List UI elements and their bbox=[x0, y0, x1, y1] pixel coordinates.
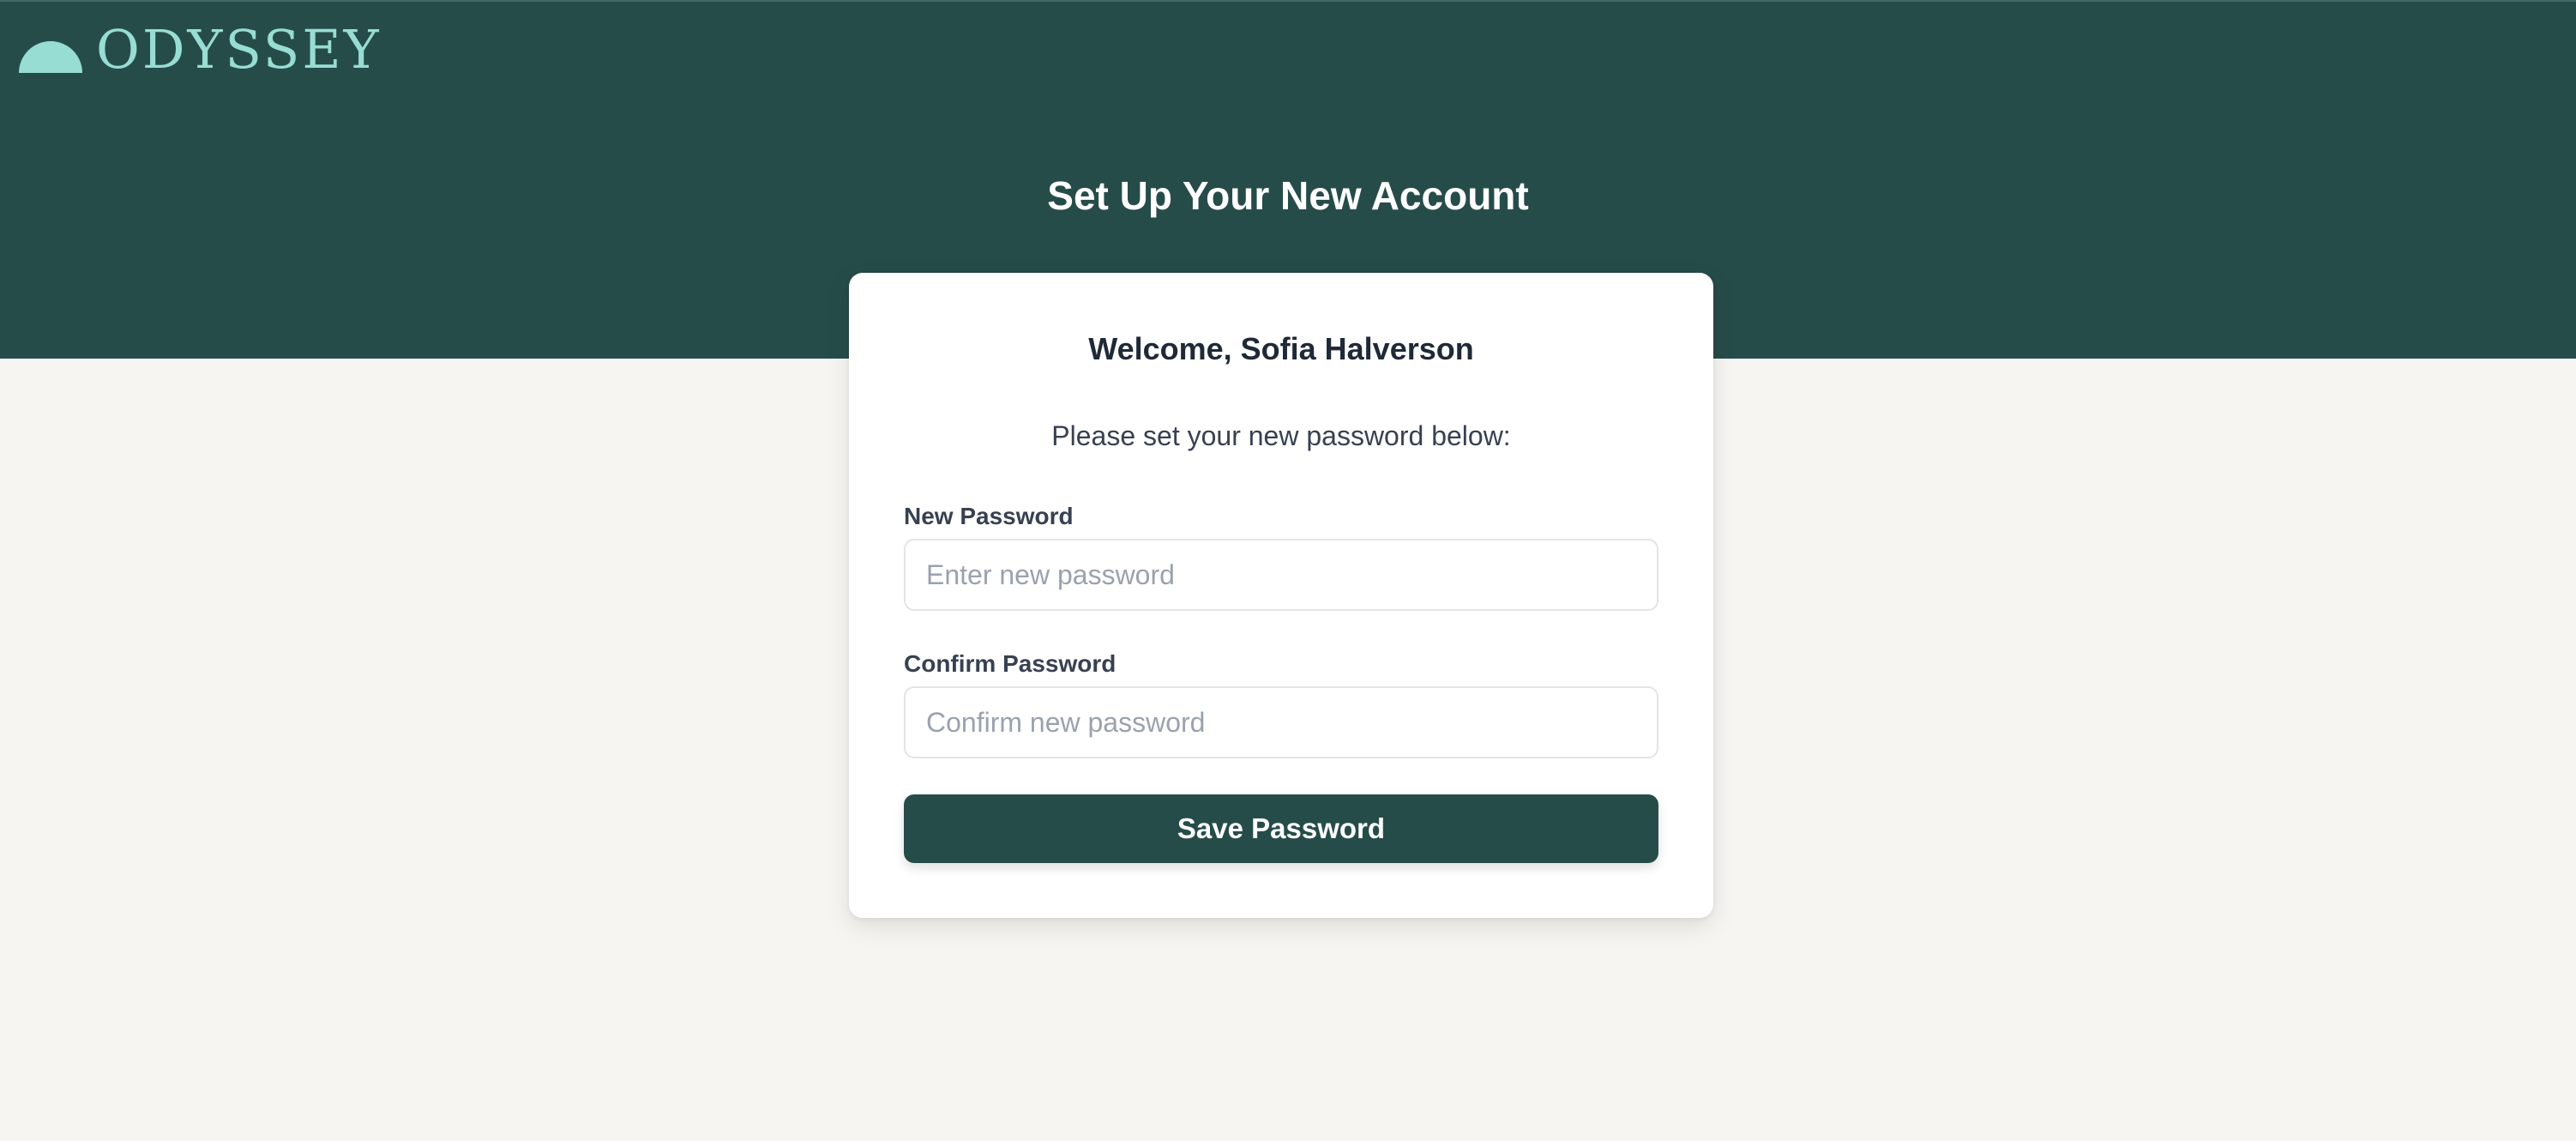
welcome-heading: Welcome, Sofia Halverson bbox=[1088, 331, 1474, 366]
brand-name: ODYSSEY bbox=[96, 18, 382, 81]
half-circle-icon bbox=[19, 41, 82, 73]
new-password-label: New Password bbox=[904, 503, 1074, 529]
confirm-password-input[interactable] bbox=[904, 686, 1658, 758]
confirm-password-label: Confirm Password bbox=[904, 650, 1116, 677]
page-title: Set Up Your New Account bbox=[1047, 173, 1529, 218]
account-setup-card: Welcome, Sofia Halverson Please set your… bbox=[849, 273, 1713, 918]
new-password-input[interactable] bbox=[904, 539, 1658, 611]
save-password-button[interactable]: Save Password bbox=[904, 794, 1658, 863]
brand-logo[interactable]: ODYSSEY bbox=[19, 18, 382, 81]
instruction-text: Please set your new password below: bbox=[1051, 420, 1511, 451]
